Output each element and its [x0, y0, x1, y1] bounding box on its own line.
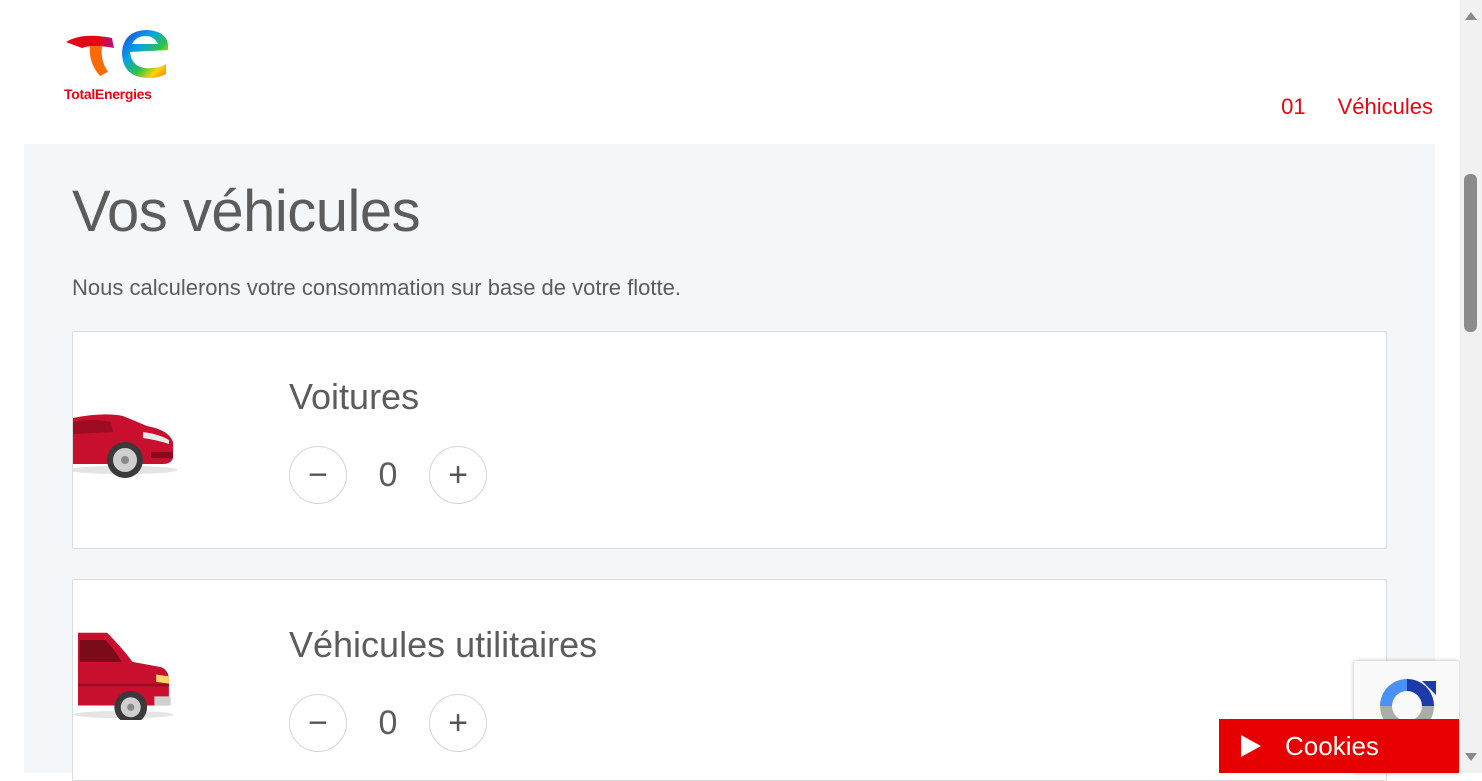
- quantity-stepper-cars: − 0 +: [289, 446, 487, 504]
- vehicle-card-utility: Véhicules utilitaires − 0 +: [72, 579, 1387, 781]
- vehicles-panel: Vos véhicules Nous calculerons votre con…: [24, 144, 1435, 781]
- cookies-button[interactable]: Cookies: [1219, 719, 1459, 773]
- cookies-label: Cookies: [1285, 730, 1379, 761]
- vehicle-label-utility: Véhicules utilitaires: [289, 624, 598, 665]
- vehicle-card-cars: Voitures − 0 +: [72, 331, 1387, 549]
- scrollbar-thumb[interactable]: [1464, 174, 1477, 332]
- page-title: Vos véhicules: [72, 179, 421, 244]
- totalenergies-logo[interactable]: TotalEnergies: [62, 24, 174, 106]
- vertical-scrollbar[interactable]: [1460, 0, 1482, 773]
- decrement-button[interactable]: −: [289, 446, 347, 504]
- step-number: 01: [1281, 94, 1306, 119]
- van-icon: [73, 632, 174, 720]
- increment-button[interactable]: +: [429, 446, 487, 504]
- step-breadcrumb: 01 Véhicules: [1281, 94, 1433, 120]
- quantity-value: 0: [378, 703, 398, 742]
- logo-mark-icon: [66, 30, 169, 78]
- step-label[interactable]: Véhicules: [1338, 94, 1433, 120]
- page-subtitle: Nous calculerons votre consommation sur …: [72, 275, 681, 300]
- scroll-down-arrow-icon[interactable]: [1465, 753, 1477, 761]
- play-icon: [1241, 735, 1261, 757]
- car-icon: [73, 414, 178, 478]
- scroll-up-arrow-icon[interactable]: [1465, 12, 1477, 20]
- vehicle-label-cars: Voitures: [289, 376, 420, 417]
- quantity-stepper-utility: − 0 +: [289, 694, 487, 752]
- increment-button[interactable]: +: [429, 694, 487, 752]
- logo-text: TotalEnergies: [64, 86, 152, 102]
- decrement-button[interactable]: −: [289, 694, 347, 752]
- quantity-value: 0: [378, 455, 398, 494]
